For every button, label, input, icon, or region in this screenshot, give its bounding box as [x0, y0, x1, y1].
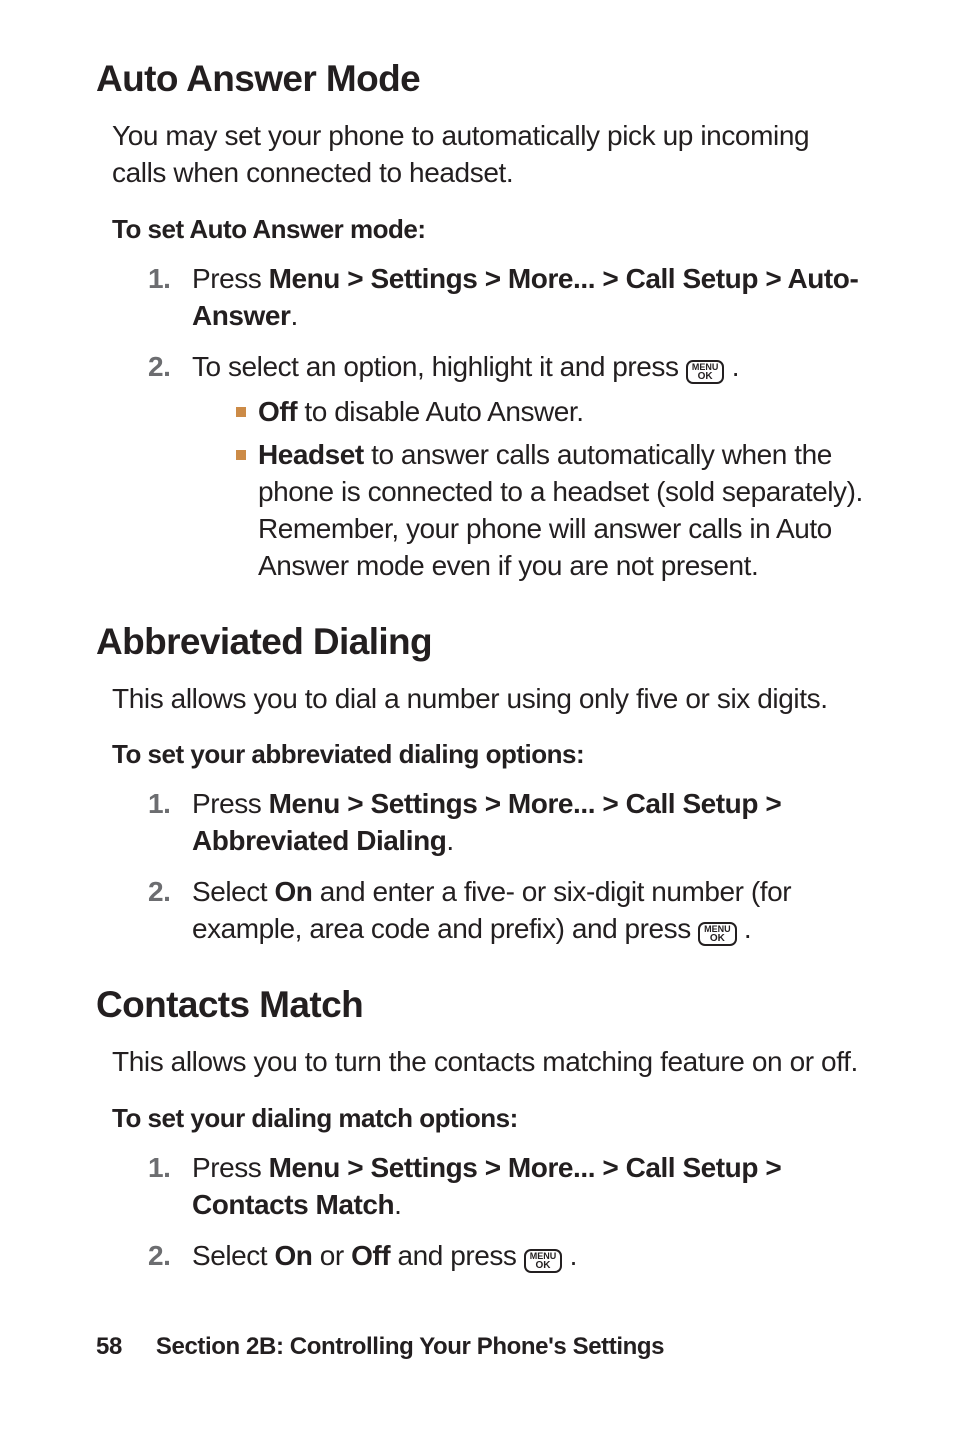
step-text-post: .: [394, 1189, 401, 1220]
step-number: 2.: [148, 349, 170, 386]
intro-contacts-match: This allows you to turn the contacts mat…: [112, 1044, 864, 1081]
step-text-post: .: [562, 1240, 577, 1271]
bullet-off: Off to disable Auto Answer.: [236, 394, 864, 431]
intro-abbrev-dialing: This allows you to dial a number using o…: [112, 681, 864, 718]
bullet-rest: to disable Auto Answer.: [297, 396, 584, 427]
step-text-bold: Menu > Settings > More... > Call Setup >…: [192, 1152, 781, 1220]
heading-auto-answer: Auto Answer Mode: [96, 58, 864, 100]
step-text-post: .: [737, 913, 752, 944]
step-text-pre: Press: [192, 263, 269, 294]
step-2: 2. Select On and enter a five- or six-di…: [148, 874, 864, 948]
step-text-post: .: [446, 825, 453, 856]
page-number: 58: [96, 1333, 122, 1360]
step-text-post: .: [290, 300, 297, 331]
step-1: 1. Press Menu > Settings > More... > Cal…: [148, 786, 864, 860]
steps-auto-answer: 1. Press Menu > Settings > More... > Cal…: [96, 261, 864, 585]
step-text-b: and press: [390, 1240, 524, 1271]
menu-ok-key-icon: MENUOK: [524, 1249, 563, 1273]
step-on: On: [274, 876, 312, 907]
step-text-pre: Press: [192, 1152, 269, 1183]
step-text-pre: Press: [192, 788, 269, 819]
step-on: On: [274, 1240, 312, 1271]
menu-ok-key-icon: MENUOK: [698, 922, 737, 946]
heading-abbrev-dialing: Abbreviated Dialing: [96, 621, 864, 663]
steps-abbrev-dialing: 1. Press Menu > Settings > More... > Cal…: [96, 786, 864, 948]
heading-contacts-match: Contacts Match: [96, 984, 864, 1026]
step-text-mid: or: [312, 1240, 351, 1271]
bullet-label: Off: [258, 396, 297, 427]
bullet-headset: Headset to answer calls automatically wh…: [236, 437, 864, 585]
step-number: 2.: [148, 1238, 170, 1275]
step-2: 2. Select On or Off and press MENUOK .: [148, 1238, 864, 1275]
step-number: 1.: [148, 786, 170, 823]
step-number: 1.: [148, 261, 170, 298]
subhead-abbrev-dialing: To set your abbreviated dialing options:: [112, 739, 864, 770]
intro-auto-answer: You may set your phone to automatically …: [112, 118, 864, 192]
step-text-post: .: [724, 351, 739, 382]
step-number: 1.: [148, 1150, 170, 1187]
step-text-a: Select: [192, 1240, 274, 1271]
page-content: Auto Answer Mode You may set your phone …: [0, 0, 954, 1431]
step-1: 1. Press Menu > Settings > More... > Cal…: [148, 261, 864, 335]
menu-ok-key-icon: MENUOK: [686, 360, 725, 384]
footer-title: Section 2B: Controlling Your Phone's Set…: [156, 1333, 664, 1360]
step-1: 1. Press Menu > Settings > More... > Cal…: [148, 1150, 864, 1224]
page-footer: 58 Section 2B: Controlling Your Phone's S…: [96, 1333, 664, 1361]
step-number: 2.: [148, 874, 170, 911]
step-text-bold: Menu > Settings > More... > Call Setup >…: [192, 788, 781, 856]
step-text-pre: To select an option, highlight it and pr…: [192, 351, 686, 382]
step-2: 2. To select an option, highlight it and…: [148, 349, 864, 585]
step-off: Off: [351, 1240, 390, 1271]
subhead-contacts-match: To set your dialing match options:: [112, 1103, 864, 1134]
steps-contacts-match: 1. Press Menu > Settings > More... > Cal…: [96, 1150, 864, 1275]
subhead-auto-answer: To set Auto Answer mode:: [112, 214, 864, 245]
step-text-a: Select: [192, 876, 274, 907]
sub-bullets: Off to disable Auto Answer. Headset to a…: [192, 394, 864, 585]
bullet-label: Headset: [258, 439, 364, 470]
